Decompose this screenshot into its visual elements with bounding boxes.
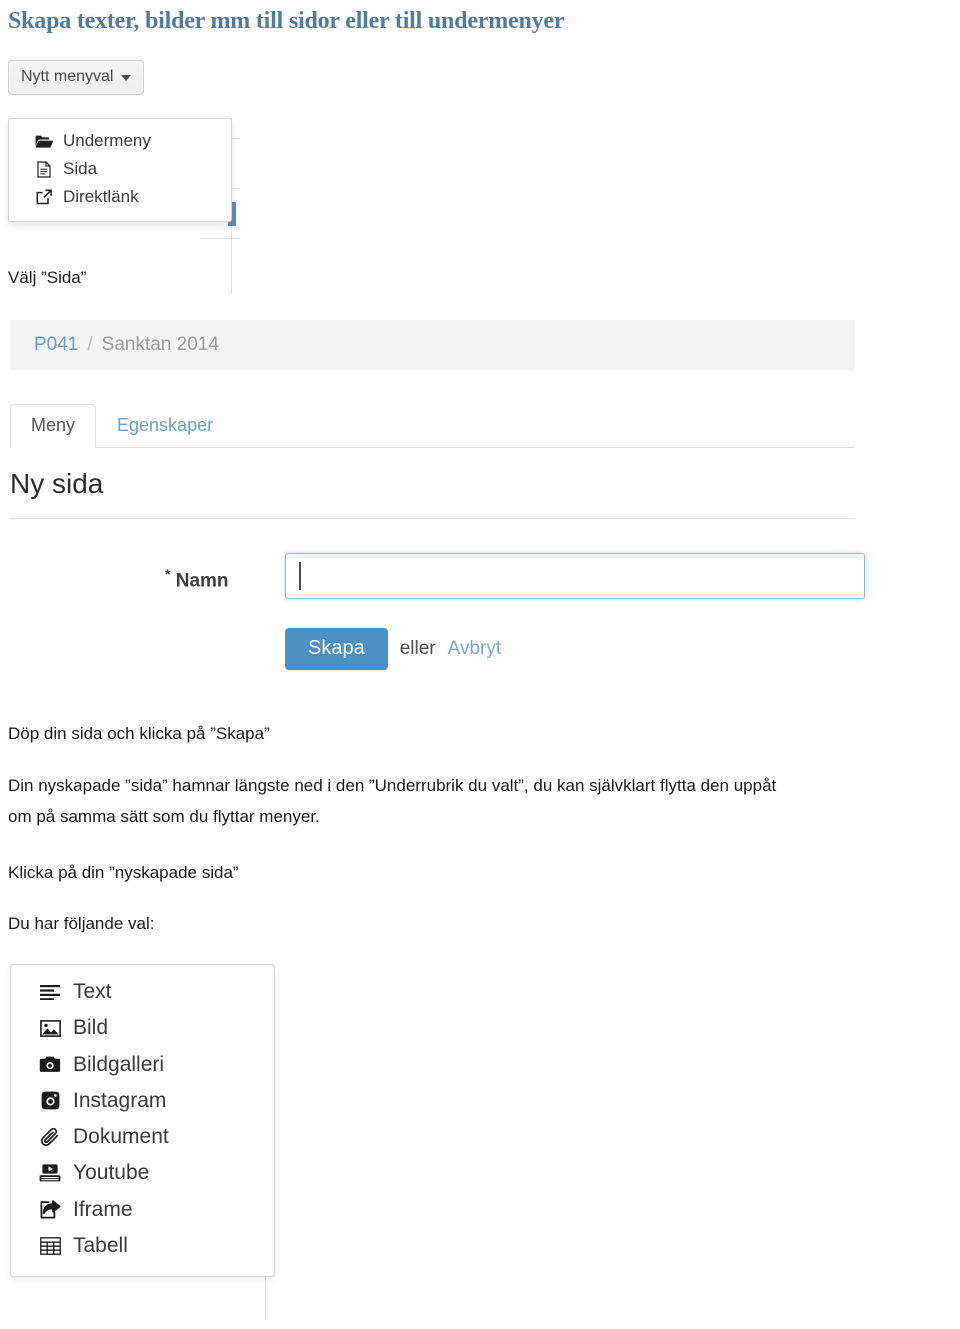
cancel-link[interactable]: Avbryt bbox=[448, 638, 502, 660]
form-actions: Skapa eller Avbryt bbox=[285, 628, 501, 670]
new-menu-screenshot: Nytt menyval Undermeny Sida Direktlänk bbox=[0, 52, 300, 294]
instruction-click-new-page: Klicka på din ”nyskapade sida” bbox=[8, 863, 239, 882]
text-lines-icon bbox=[39, 981, 61, 1003]
caret-down-icon bbox=[121, 75, 132, 81]
page-editor-screenshot: P041 / Sanktan 2014 Meny Egenskaper Ny s… bbox=[0, 310, 960, 700]
instruction-name-and-create: Döp din sida och klicka på ”Skapa” bbox=[8, 724, 270, 743]
section-divider bbox=[10, 518, 855, 519]
youtube-icon bbox=[39, 1162, 61, 1184]
dropdown-item-direktlank[interactable]: Direktlänk bbox=[9, 183, 231, 211]
instagram-icon bbox=[39, 1090, 61, 1112]
breadcrumb: P041 / Sanktan 2014 bbox=[10, 320, 855, 370]
content-type-text[interactable]: Text bbox=[11, 974, 274, 1010]
name-label-text: Namn bbox=[175, 570, 229, 592]
content-type-iframe[interactable]: Iframe bbox=[11, 1192, 274, 1228]
name-input[interactable] bbox=[285, 553, 865, 599]
dropdown-item-label: Undermeny bbox=[63, 131, 151, 150]
content-type-label: Instagram bbox=[73, 1088, 167, 1112]
tab-egenskaper[interactable]: Egenskaper bbox=[96, 404, 234, 448]
new-menu-dropdown[interactable]: Undermeny Sida Direktlänk bbox=[8, 118, 232, 222]
ghost-row-divider bbox=[200, 238, 240, 239]
dropdown-item-label: Direktlänk bbox=[63, 187, 139, 206]
content-type-bild[interactable]: Bild bbox=[11, 1010, 274, 1046]
content-type-bildgalleri[interactable]: Bildgalleri bbox=[11, 1047, 274, 1083]
content-type-label: Dokument bbox=[73, 1125, 169, 1148]
file-document-icon bbox=[35, 160, 53, 178]
name-field-label: * Namn bbox=[165, 566, 229, 592]
content-type-label: Text bbox=[73, 980, 112, 1003]
paperclip-icon bbox=[39, 1126, 61, 1148]
breadcrumb-current: Sanktan 2014 bbox=[101, 334, 219, 355]
content-type-label: Youtube bbox=[73, 1161, 150, 1185]
dropdown-item-undermeny[interactable]: Undermeny bbox=[9, 127, 231, 155]
camera-icon bbox=[39, 1054, 61, 1076]
section-title: Ny sida bbox=[10, 468, 104, 499]
content-type-dokument[interactable]: Dokument bbox=[11, 1119, 274, 1155]
content-type-label: Iframe bbox=[73, 1197, 133, 1221]
breadcrumb-separator: / bbox=[87, 334, 93, 355]
content-type-label: Bildgalleri bbox=[73, 1052, 165, 1076]
text-cursor bbox=[299, 562, 301, 590]
editor-tabs: Meny Egenskaper bbox=[10, 400, 855, 448]
content-type-menu[interactable]: Text Bild Bildgalleri Instagram Dokument… bbox=[10, 964, 275, 1277]
required-marker: * bbox=[165, 566, 171, 582]
external-link-icon bbox=[35, 188, 53, 206]
table-grid-icon bbox=[39, 1235, 61, 1257]
folder-open-icon bbox=[35, 132, 53, 150]
content-type-label: Tabell bbox=[73, 1233, 128, 1257]
new-menu-button[interactable]: Nytt menyval bbox=[8, 60, 145, 95]
instruction-options-intro: Du har följande val: bbox=[8, 914, 155, 933]
instruction-placement-line1: Din nyskapade ”sida” hamnar längste ned … bbox=[8, 776, 777, 795]
or-label: eller bbox=[399, 638, 436, 659]
content-type-screenshot: Text Bild Bildgalleri Instagram Dokument… bbox=[0, 958, 340, 1329]
image-icon bbox=[39, 1017, 61, 1039]
content-type-youtube[interactable]: Youtube bbox=[11, 1155, 274, 1191]
page-title: Skapa texter, bilder mm till sidor eller… bbox=[8, 8, 565, 34]
tab-meny[interactable]: Meny bbox=[10, 404, 97, 448]
name-form-row: * Namn bbox=[10, 550, 865, 608]
content-type-label: Bild bbox=[73, 1016, 109, 1040]
breadcrumb-root-link[interactable]: P041 bbox=[34, 334, 78, 356]
instruction-placement-line2: om på samma sätt som du flyttar menyer. bbox=[8, 807, 320, 826]
new-menu-button-label: Nytt menyval bbox=[21, 68, 114, 85]
dropdown-item-sida[interactable]: Sida bbox=[9, 155, 231, 183]
instruction-choose-sida: Välj ”Sida” bbox=[8, 268, 87, 287]
content-type-tabell[interactable]: Tabell bbox=[11, 1228, 274, 1264]
content-type-instagram[interactable]: Instagram bbox=[11, 1083, 274, 1119]
create-button[interactable]: Skapa bbox=[285, 628, 388, 670]
dropdown-item-label: Sida bbox=[63, 159, 98, 178]
share-external-icon bbox=[39, 1199, 61, 1221]
